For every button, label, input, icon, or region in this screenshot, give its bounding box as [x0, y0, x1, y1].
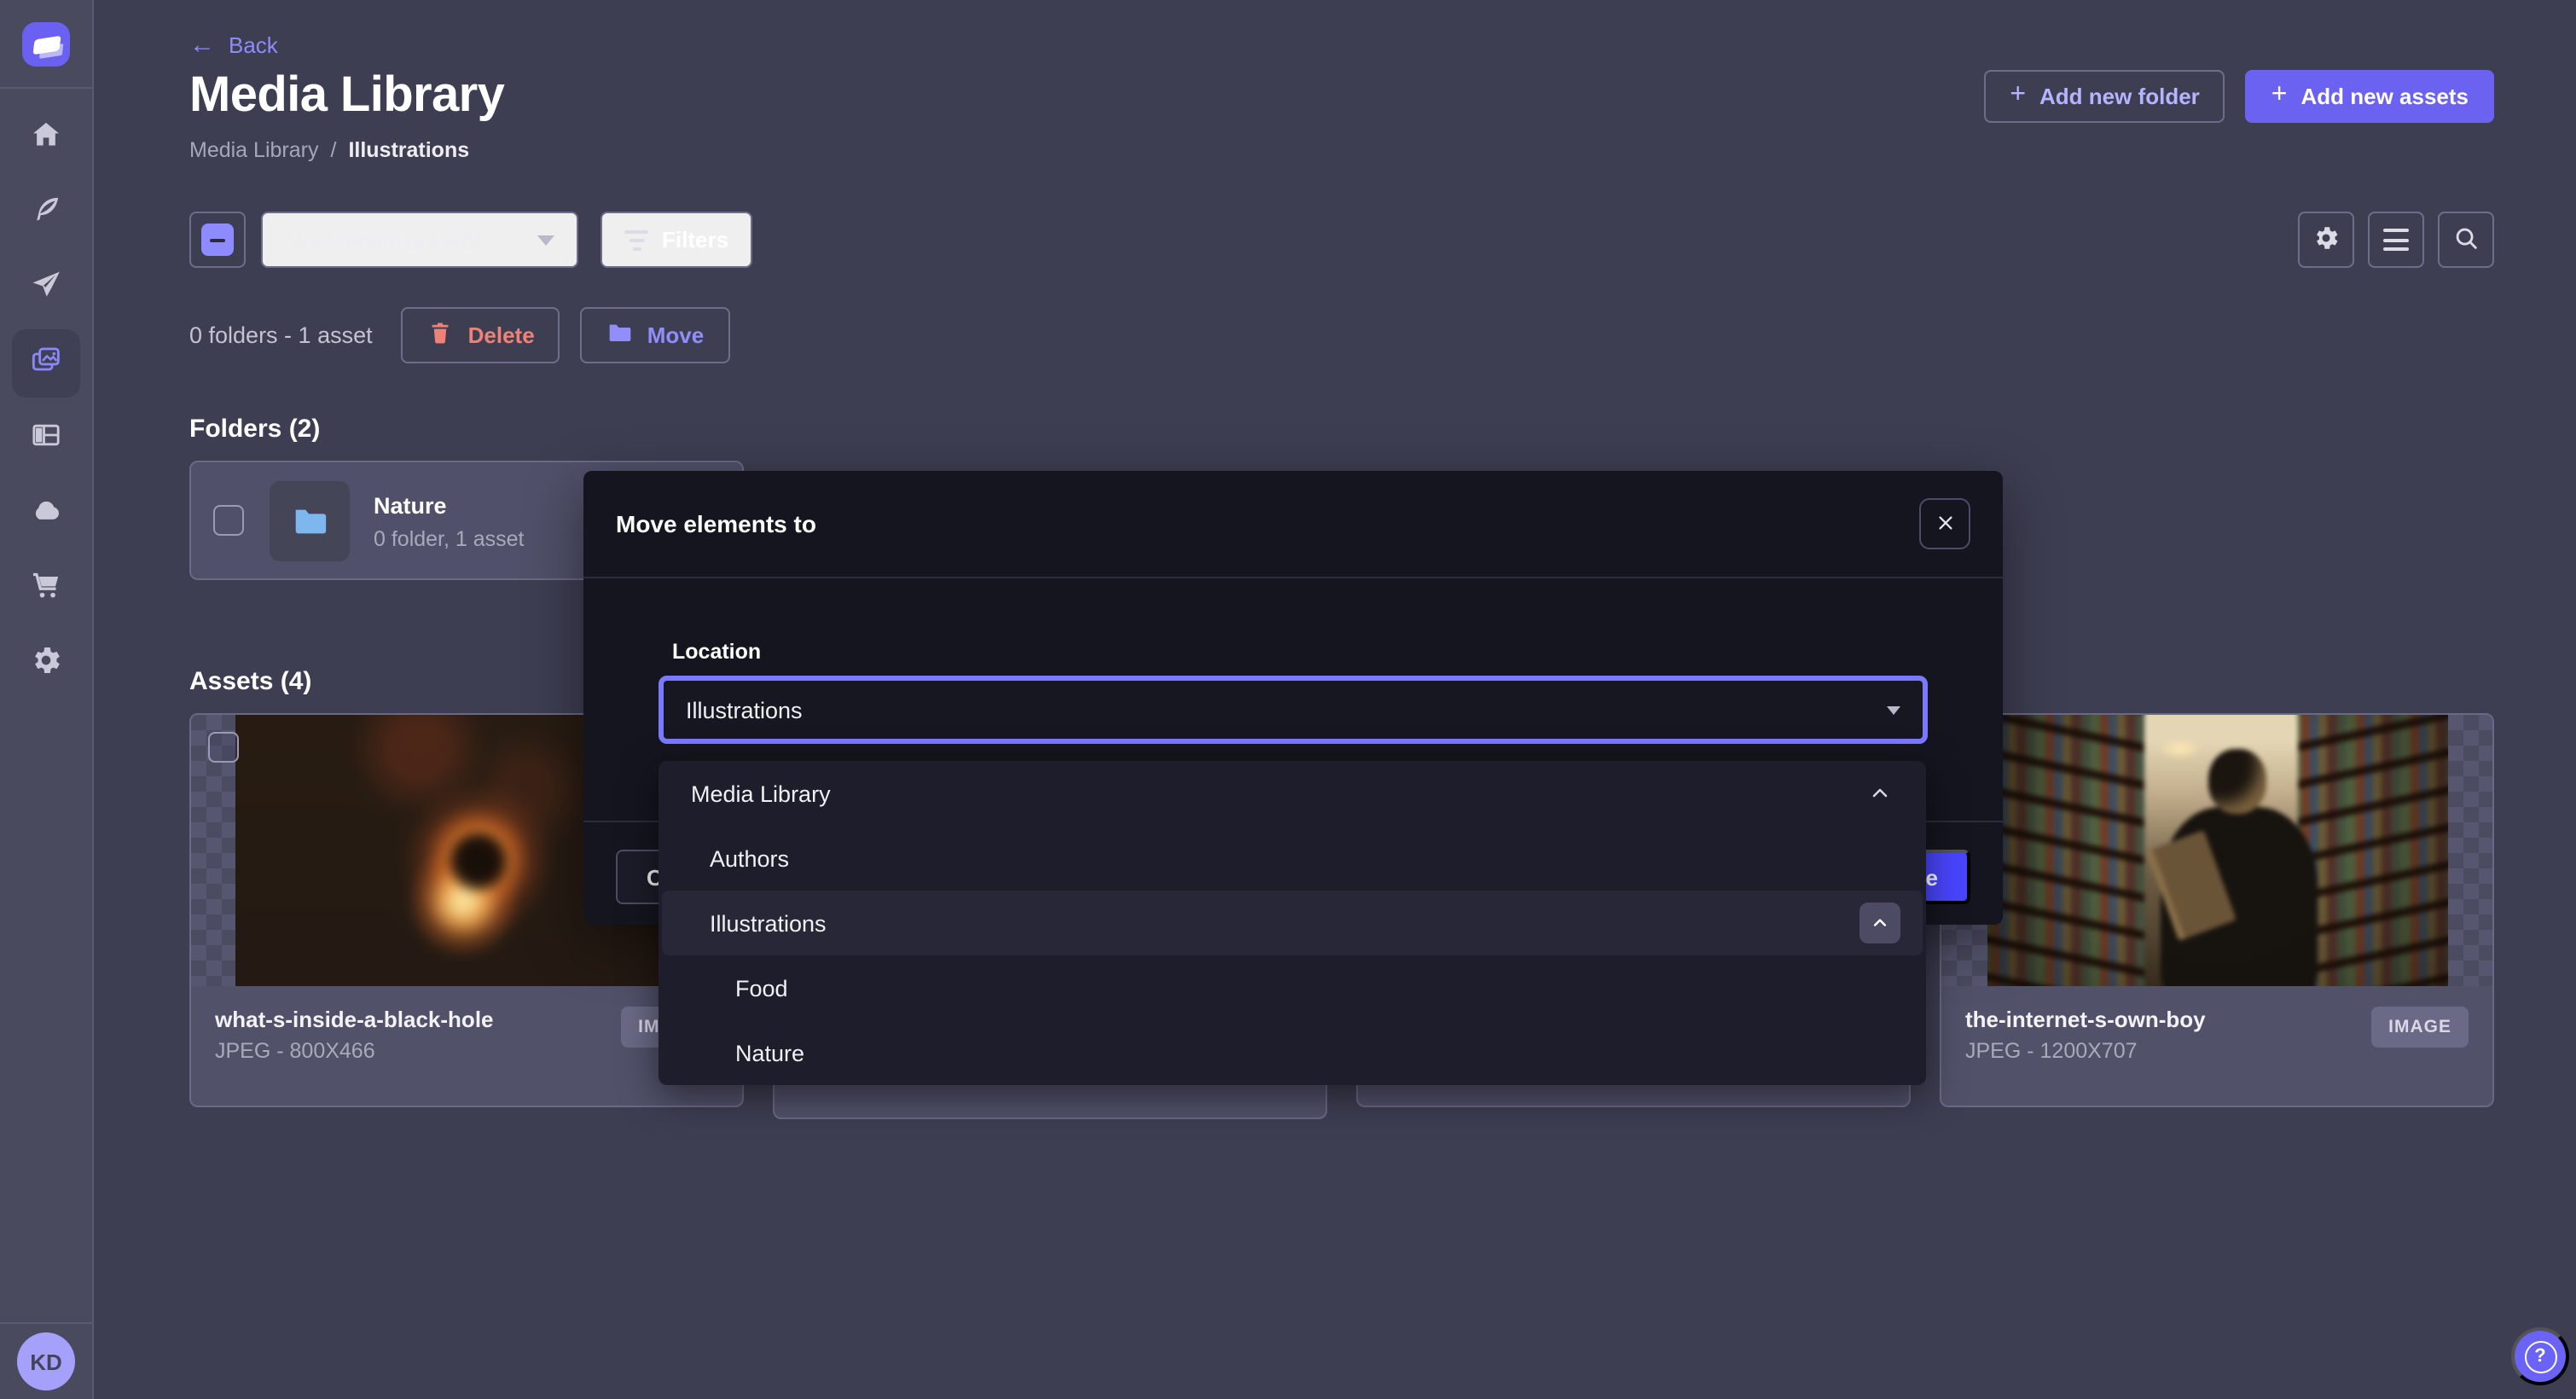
add-new-assets-button[interactable]: + Add new assets — [2246, 70, 2494, 123]
trash-icon — [427, 319, 455, 351]
folder-icon — [606, 319, 634, 351]
avatar-initials: KD — [30, 1349, 62, 1374]
arrow-left-icon: ← — [189, 32, 215, 58]
sidebar-footer: KD — [0, 1322, 92, 1399]
delete-button[interactable]: Delete — [402, 307, 560, 363]
delete-label: Delete — [468, 322, 535, 348]
strapi-logo-glyph — [32, 35, 60, 54]
cloud-icon — [29, 492, 63, 535]
caret-down-icon — [1887, 705, 1900, 714]
sort-value: Most recent uploads — [285, 227, 484, 253]
sidebar-item-cloud[interactable] — [12, 479, 80, 548]
dropdown-option-nature[interactable]: Nature — [659, 1020, 1926, 1085]
search-icon — [2451, 223, 2480, 257]
avatar[interactable]: KD — [17, 1332, 75, 1390]
sidebar-item-content[interactable] — [12, 179, 80, 247]
sidebar-item-releases[interactable] — [12, 254, 80, 322]
send-icon — [29, 267, 63, 310]
close-icon — [1935, 511, 1954, 537]
asset-thumbnail — [1941, 715, 2492, 986]
home-icon — [29, 117, 63, 160]
folder-thumbnail — [270, 480, 350, 560]
folder-name: Nature — [374, 492, 447, 518]
header-actions: + Add new folder + Add new assets — [1984, 70, 2494, 123]
checkbox-indeterminate-icon — [201, 223, 234, 256]
page-title: Media Library — [189, 68, 504, 125]
location-dropdown: Media Library Authors Illustrations Food… — [659, 761, 1926, 1085]
plus-icon: + — [2271, 82, 2288, 109]
strapi-logo[interactable] — [22, 22, 70, 67]
back-label: Back — [229, 32, 278, 58]
sidebar-item-media-library[interactable] — [12, 329, 80, 398]
sidebar-item-marketplace[interactable] — [12, 554, 80, 623]
grid-settings-button[interactable] — [2298, 212, 2354, 268]
dropdown-option-food[interactable]: Food — [659, 955, 1926, 1020]
sidebar: KD — [0, 0, 94, 1399]
location-select[interactable]: Illustrations — [659, 676, 1928, 744]
close-modal-button[interactable] — [1919, 498, 1970, 549]
question-mark-icon: ? — [2524, 1340, 2556, 1373]
caret-down-icon — [537, 235, 554, 245]
select-all-checkbox[interactable] — [189, 212, 246, 268]
breadcrumb-root[interactable]: Media Library — [189, 138, 318, 162]
library-image — [1987, 715, 2448, 986]
app-window: KD ← Back Media Library + Add new folder… — [0, 0, 2576, 1399]
plus-icon: + — [2010, 82, 2026, 109]
sidebar-item-settings[interactable] — [12, 630, 80, 698]
move-label: Move — [647, 322, 704, 348]
filter-icon — [624, 229, 648, 250]
media-library-icon — [29, 342, 63, 385]
breadcrumb: Media Library / Illustrations — [189, 138, 2494, 162]
gear-icon — [2312, 223, 2341, 257]
selection-bar: 0 folders - 1 asset Delete Move — [189, 307, 2494, 363]
location-label: Location — [672, 640, 761, 664]
feather-icon — [29, 192, 63, 235]
dropdown-option-media-library[interactable]: Media Library — [659, 761, 1926, 826]
folders-heading: Folders (2) — [189, 415, 2494, 444]
folder-checkbox[interactable] — [213, 505, 244, 536]
filters-button[interactable]: Filters — [600, 212, 752, 268]
breadcrumb-current: Illustrations — [348, 138, 469, 162]
asset-name: what-s-inside-a-black-hole — [215, 1007, 633, 1032]
add-new-folder-button[interactable]: + Add new folder — [1984, 70, 2225, 123]
filters-label: Filters — [662, 227, 728, 253]
asset-name: the-internet-s-own-boy — [1965, 1007, 2383, 1032]
location-value: Illustrations — [686, 697, 803, 723]
asset-checkbox[interactable] — [208, 732, 239, 763]
toolbar: Most recent uploads Filters — [189, 212, 2494, 268]
toolbar-view-options — [2298, 212, 2494, 268]
back-link[interactable]: ← Back — [189, 32, 2494, 58]
dropdown-option-illustrations[interactable]: Illustrations — [662, 891, 1923, 955]
asset-card-internets-own-boy[interactable]: the-internet-s-own-boy JPEG - 1200X707 I… — [1940, 713, 2494, 1107]
help-button[interactable]: ? — [2511, 1327, 2569, 1385]
modal-title: Move elements to — [616, 510, 816, 537]
add-assets-label: Add new assets — [2300, 84, 2469, 109]
search-button[interactable] — [2438, 212, 2494, 268]
selection-summary: 0 folders - 1 asset — [189, 322, 373, 348]
collapse-folder-button[interactable] — [1859, 903, 1900, 943]
sort-select[interactable]: Most recent uploads — [261, 212, 578, 268]
list-icon — [2383, 229, 2409, 251]
dropdown-option-authors[interactable]: Authors — [659, 826, 1926, 891]
chevron-up-icon — [1871, 914, 1888, 932]
sidebar-item-content-type-builder[interactable] — [12, 404, 80, 473]
folder-meta: 0 folder, 1 asset — [374, 526, 525, 550]
layout-icon — [29, 417, 63, 460]
sidebar-nav — [0, 89, 92, 698]
gear-icon — [29, 642, 63, 685]
breadcrumb-separator: / — [330, 138, 336, 162]
sidebar-item-home[interactable] — [12, 104, 80, 172]
folder-icon — [290, 501, 329, 540]
cart-icon — [29, 567, 63, 610]
list-view-button[interactable] — [2368, 212, 2424, 268]
add-folder-label: Add new folder — [2039, 84, 2200, 109]
asset-type-badge: IMAGE — [2371, 1007, 2469, 1048]
move-button[interactable]: Move — [581, 307, 729, 363]
chevron-up-icon[interactable] — [1870, 783, 1890, 804]
